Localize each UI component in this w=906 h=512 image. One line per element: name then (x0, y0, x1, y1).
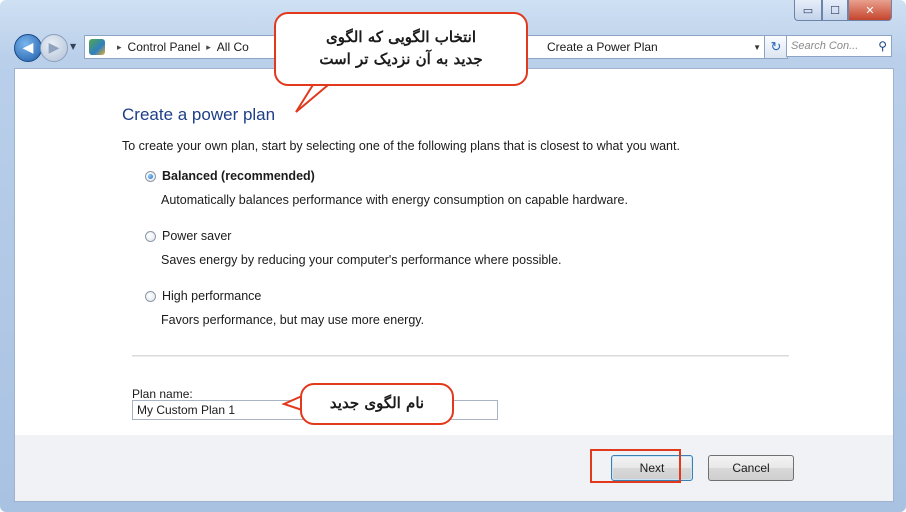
breadcrumb-create-power-plan[interactable]: Create a Power Plan (547, 40, 658, 54)
search-box[interactable]: Search Con... ⚲ (786, 35, 892, 57)
maximize-button[interactable]: ☐ (822, 0, 848, 21)
radio-power-saver[interactable] (145, 230, 156, 242)
divider (132, 355, 789, 357)
option-high-performance[interactable]: High performance Favors performance, but… (145, 289, 424, 327)
annotation-select-template-line2: جدید به آن نزدیک تر است (319, 50, 483, 68)
recent-pages-dropdown-icon[interactable]: ▼ (70, 42, 76, 51)
breadcrumb-separator-icon: ▸ (206, 41, 211, 52)
option-balanced[interactable]: Balanced (recommended) Automatically bal… (145, 169, 628, 207)
address-dropdown-icon[interactable]: ▼ (753, 43, 761, 52)
search-placeholder: Search Con... (791, 40, 859, 52)
breadcrumb-all-control-panel-items[interactable]: All Co (217, 40, 249, 54)
breadcrumb-separator-icon: ▸ (117, 41, 122, 52)
annotation-new-plan-name-text: نام الگوی جدید (329, 394, 425, 413)
refresh-button[interactable]: ↻ (764, 36, 787, 58)
option-description-power-saver: Saves energy by reducing your computer's… (161, 253, 562, 267)
maximize-icon: ☐ (830, 3, 840, 17)
radio-high-performance[interactable] (145, 290, 156, 302)
control-panel-icon (89, 39, 105, 55)
window-frame: ▭ ☐ ✕ ◀ ▶ ▼ ▸ Control Panel ▸ All Co Cre… (0, 0, 906, 512)
annotation-select-template: انتخاب الگویی که الگوی جدید به آن نزدیک … (274, 12, 528, 86)
back-arrow-icon: ◀ (22, 40, 34, 56)
annotation-new-plan-name: نام الگوی جدید (300, 383, 454, 425)
back-button[interactable]: ◀ (14, 34, 42, 62)
option-description-high-performance: Favors performance, but may use more ene… (161, 313, 425, 327)
minimize-icon: ▭ (802, 3, 814, 17)
page-title: Create a power plan (122, 105, 276, 124)
caption-buttons: ▭ ☐ ✕ (794, 0, 892, 22)
refresh-icon: ↻ (770, 39, 782, 54)
search-icon[interactable]: ⚲ (878, 39, 887, 53)
intro-text: To create your own plan, start by select… (122, 139, 680, 153)
annotation-select-template-line1: انتخاب الگویی که الگوی (325, 28, 477, 47)
main-content: Create a power plan To create your own p… (14, 68, 894, 436)
breadcrumb-control-panel[interactable]: Control Panel (128, 40, 201, 54)
next-button-highlight (590, 449, 681, 483)
option-description-balanced: Automatically balances performance with … (161, 193, 628, 207)
option-label-power-saver[interactable]: Power saver (162, 229, 231, 243)
forward-button[interactable]: ▶ (40, 34, 68, 62)
option-power-saver[interactable]: Power saver Saves energy by reducing you… (145, 229, 562, 267)
close-icon: ✕ (865, 3, 875, 17)
plan-name-label: Plan name: (132, 387, 193, 401)
close-button[interactable]: ✕ (848, 0, 892, 21)
forward-arrow-icon: ▶ (48, 40, 60, 56)
option-label-balanced[interactable]: Balanced (recommended) (162, 169, 315, 183)
cancel-button[interactable]: Cancel (708, 455, 794, 481)
radio-balanced[interactable] (145, 170, 156, 182)
button-bar: Next Cancel (14, 435, 894, 502)
option-label-high-performance[interactable]: High performance (162, 289, 261, 303)
minimize-button[interactable]: ▭ (794, 0, 822, 21)
